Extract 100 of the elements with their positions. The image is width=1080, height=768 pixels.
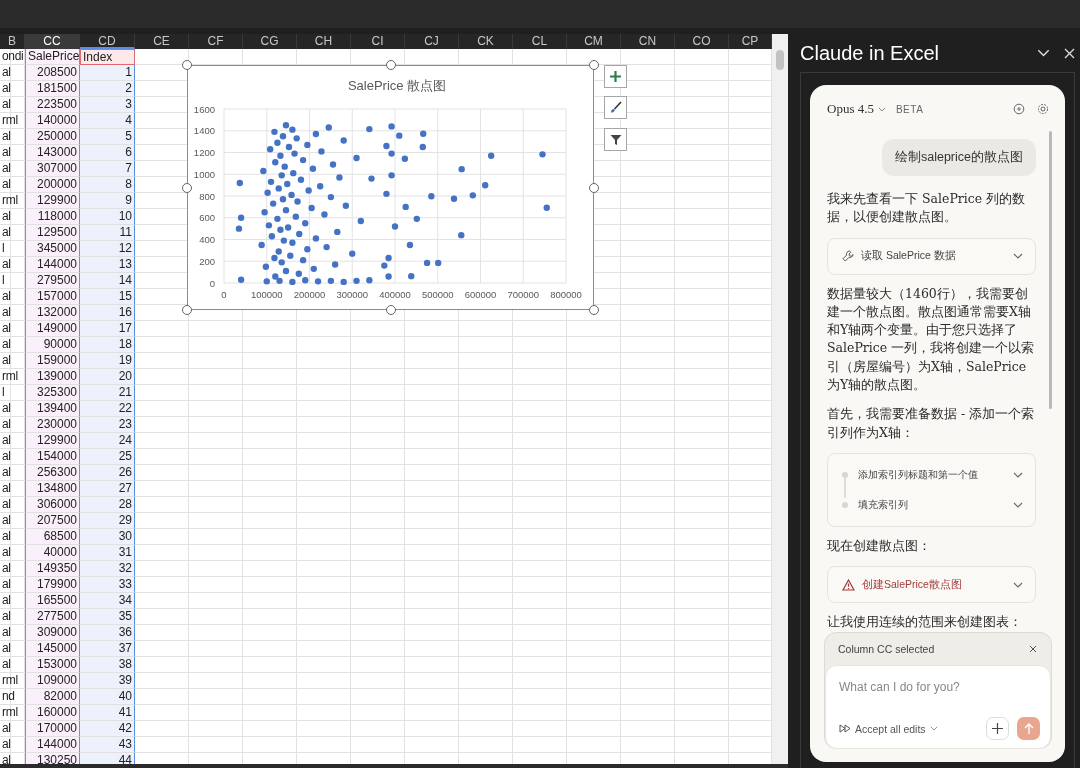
close-icon [1064, 47, 1075, 59]
resize-handle[interactable] [589, 60, 599, 70]
table-cell: 12 [80, 241, 135, 257]
column-header[interactable]: CL [513, 34, 567, 49]
data-point [235, 225, 243, 232]
resize-handle[interactable] [182, 305, 192, 315]
axis-label: 800 [199, 190, 215, 202]
assistant-message: 我来先查看一下 SalePrice 列的数据，以便创建散点图。 [827, 190, 1027, 227]
table-cell: 306000 [25, 497, 80, 513]
axis-label: 100000 [250, 289, 283, 300]
data-point [539, 151, 546, 158]
data-point [304, 246, 311, 253]
model-selector[interactable]: Opus 4.5 [827, 101, 886, 117]
scatter-chart[interactable]: SalePrice 散点图 0 100000 200000 300000 400000 500000 600000 700000 800000 0 200 400 600 800 1000 1200 1400 1600 [187, 65, 594, 310]
plus-icon [992, 723, 1003, 734]
data-point [458, 231, 465, 239]
data-point [281, 163, 288, 170]
new-chat-button[interactable] [1013, 103, 1025, 115]
data-point [292, 213, 299, 220]
table-cell: 109000 [25, 673, 80, 689]
scrollbar-thumb[interactable] [776, 50, 784, 70]
resize-handle[interactable] [385, 60, 396, 70]
data-point [308, 204, 315, 212]
table-cell: 27 [80, 481, 135, 497]
data-point [331, 261, 339, 268]
column-header[interactable]: CO [675, 34, 729, 49]
arrow-up-icon [1023, 722, 1034, 735]
table-cell: 68500 [25, 529, 80, 545]
table-cell: 10 [80, 209, 135, 225]
data-point [435, 259, 442, 267]
table-cell: 277500 [25, 609, 80, 625]
settings-button[interactable] [1037, 103, 1049, 115]
data-point [406, 241, 414, 249]
column-header[interactable]: CI [351, 34, 405, 49]
column-header[interactable]: CC [25, 34, 80, 49]
table-cell: 29 [80, 513, 135, 529]
resize-handle[interactable] [182, 182, 192, 193]
column-header[interactable]: CE [135, 34, 189, 49]
data-point [340, 137, 347, 144]
table-cell: 1 [80, 65, 135, 81]
axis-label: 800000 [550, 289, 582, 300]
table-cell: 22 [80, 401, 135, 417]
table-cell: 170000 [25, 721, 80, 737]
chevron-down-icon [1013, 501, 1023, 508]
axis-label: 400000 [379, 289, 411, 300]
tool-step[interactable]: 填充索引列 [842, 489, 1023, 520]
scrollbar-thumb[interactable] [1049, 131, 1052, 409]
data-point [321, 211, 328, 218]
table-cell: 40 [80, 689, 135, 705]
table-cell: 165500 [25, 593, 80, 609]
column-header[interactable]: CK [459, 34, 513, 49]
table-cell: 200000 [25, 177, 80, 193]
collapse-button[interactable] [1037, 49, 1050, 57]
chevron-down-icon [1013, 471, 1023, 478]
table-cell: 8 [80, 177, 135, 193]
axis-label: 600000 [464, 289, 497, 300]
column-header[interactable]: CM [567, 34, 621, 49]
tool-call-card[interactable]: 读取 SalePrice 数据 [827, 237, 1036, 275]
data-point [237, 214, 245, 221]
tool-call-card[interactable]: 创建SalePrice散点图 [827, 566, 1036, 604]
table-cell: 28 [80, 497, 135, 513]
data-point [327, 277, 335, 284]
chart-elements-button[interactable] [604, 65, 627, 88]
resize-handle[interactable] [385, 305, 396, 315]
add-button[interactable] [986, 717, 1009, 740]
column-header[interactable]: CJ [405, 34, 459, 49]
data-point [401, 155, 409, 162]
column-header[interactable]: CN [621, 34, 675, 49]
axis-label: 1200 [193, 147, 215, 158]
table-cell: 36 [80, 625, 135, 641]
table-cell: 157000 [25, 289, 80, 305]
table-cell: 309000 [25, 625, 80, 641]
chart-styles-button[interactable] [604, 96, 627, 119]
table-cell: 149350 [25, 561, 80, 577]
data-point [357, 217, 364, 225]
close-button[interactable] [1064, 47, 1075, 59]
assistant-message: 数据量较大（1460行），我需要创建一个散点图。散点图通常需要X轴和Y轴两个变量。由于您只选择了 SalePrice 一列，我将创建一个以索引（房屋编号）为X轴，SalePrice为Y轴的散点图。 [827, 284, 1036, 395]
dismiss-context-button[interactable] [1029, 645, 1037, 653]
table-cell: 19 [80, 353, 135, 369]
table-cell: 7 [80, 161, 135, 177]
edit-mode-selector[interactable]: Accept all edits [839, 722, 978, 735]
data-point [366, 277, 373, 284]
table-cell: 4 [80, 113, 135, 129]
data-point [327, 193, 335, 201]
data-point [488, 152, 495, 159]
column-header[interactable]: CH [297, 34, 351, 49]
data-point [396, 132, 403, 139]
column-header[interactable]: CF [189, 34, 243, 49]
axis-label: 1000 [193, 168, 215, 180]
tool-step[interactable]: 添加索引列标题和第一个值 [842, 459, 1023, 490]
assistant-message: 现在创建散点图： [827, 536, 932, 555]
column-header[interactable]: CG [243, 34, 297, 49]
resize-handle[interactable] [589, 182, 599, 193]
message-input[interactable]: What can I do for you? [839, 677, 1040, 697]
resize-handle[interactable] [589, 305, 599, 315]
chart-filters-button[interactable] [604, 128, 627, 151]
axis-label: 200 [199, 255, 215, 267]
resize-handle[interactable] [182, 60, 192, 70]
data-point [329, 161, 337, 168]
chevron-down-icon [877, 106, 886, 112]
